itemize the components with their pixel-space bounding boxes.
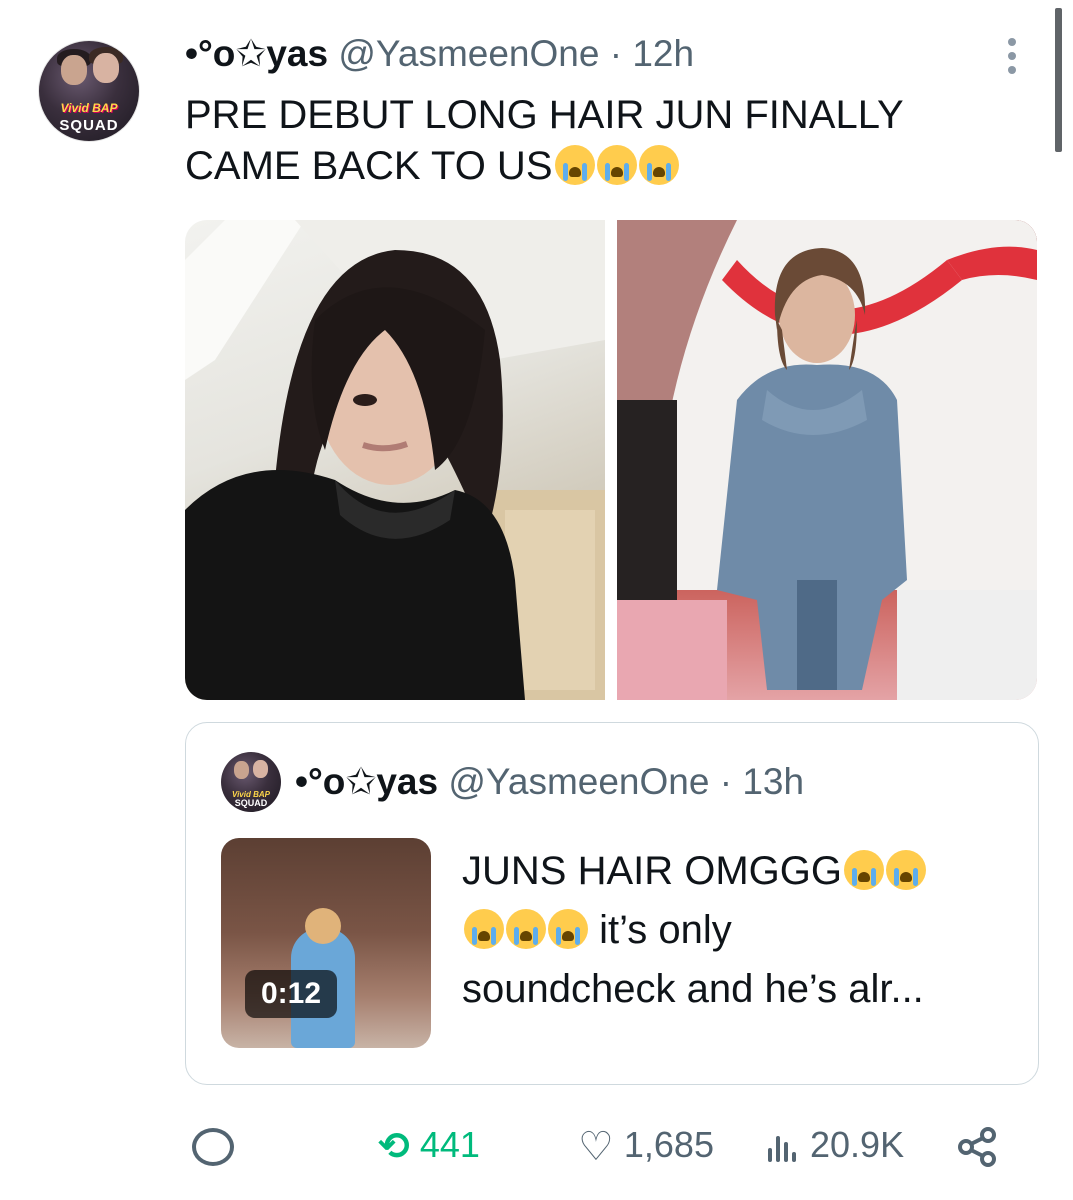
scrollbar[interactable] (1055, 8, 1062, 152)
reply-button[interactable] (192, 1118, 234, 1172)
video-duration-badge: 0:12 (245, 970, 337, 1018)
avatar-face (93, 53, 119, 83)
quoted-text-line-1: JUNS HAIR OMGGG (462, 849, 843, 893)
timestamp[interactable]: 12h (632, 33, 694, 74)
quoted-avatar-logo-bottom: SQUAD (234, 798, 268, 808)
separator: · (609, 33, 623, 74)
retweet-icon: ⟲ (378, 1126, 410, 1169)
tweet-header: •°o✩yas @YasmeenOne · 12h (185, 32, 694, 75)
quoted-handle: @YasmeenOne (448, 761, 710, 802)
loudly-crying-face-icon (506, 909, 546, 949)
quoted-tweet-header: •°o✩yas @YasmeenOne · 13h (295, 760, 804, 803)
loudly-crying-face-icon (844, 850, 885, 890)
loudly-crying-face-icon (548, 909, 588, 949)
avatar-logo-bottom: SQUAD (59, 117, 119, 134)
loudly-crying-face-icon (596, 145, 637, 185)
avatar-face (61, 55, 87, 85)
tweet-text: PRE DEBUT LONG HAIR JUN FINALLY CAME BAC… (185, 90, 1005, 192)
like-count: 1,685 (623, 1124, 714, 1165)
display-name[interactable]: •°o✩yas (185, 33, 328, 74)
photo-illustration (617, 220, 1037, 700)
retweet-count: 441 (419, 1124, 480, 1165)
like-button[interactable]: ♡ 1,685 (578, 1118, 714, 1172)
photo-illustration (185, 220, 605, 700)
share-icon (958, 1127, 996, 1168)
author-avatar[interactable]: Vivid BAP SQUAD (38, 40, 140, 142)
tweet-photo-1[interactable] (185, 220, 605, 700)
heart-icon: ♡ (578, 1125, 614, 1170)
analytics-icon (766, 1130, 800, 1164)
thumbnail-figure-head (305, 908, 341, 944)
retweet-button[interactable]: ⟲ 441 (378, 1118, 480, 1172)
quoted-display-name: •°o✩yas (295, 761, 439, 802)
loudly-crying-face-icon (886, 850, 927, 890)
quoted-timestamp: 13h (742, 761, 805, 802)
handle[interactable]: @YasmeenOne (338, 33, 599, 74)
loudly-crying-face-icon (464, 909, 504, 949)
view-count: 20.9K (810, 1124, 905, 1165)
loudly-crying-face-icon (638, 145, 679, 185)
reply-icon (192, 1128, 234, 1167)
quoted-separator: · (719, 761, 733, 802)
quoted-text-line-3: soundcheck and he’s alr... (462, 967, 924, 1011)
quoted-tweet-text: JUNS HAIR OMGGG it’s only soundcheck and… (462, 842, 1002, 1019)
quoted-text-line-2: it’s only (599, 908, 732, 952)
tweet-photo-2[interactable] (617, 220, 1037, 700)
share-button[interactable] (956, 1118, 1000, 1172)
avatar-logo-top: Vivid BAP (60, 101, 118, 115)
tweet-text-content: PRE DEBUT LONG HAIR JUN FINALLY CAME BAC… (185, 93, 903, 188)
quoted-author-avatar[interactable]: Vivid BAP SQUAD (221, 752, 281, 812)
views-button[interactable]: 20.9K (766, 1118, 904, 1172)
loudly-crying-face-icon (554, 145, 595, 185)
more-options-icon[interactable] (1000, 38, 1024, 78)
